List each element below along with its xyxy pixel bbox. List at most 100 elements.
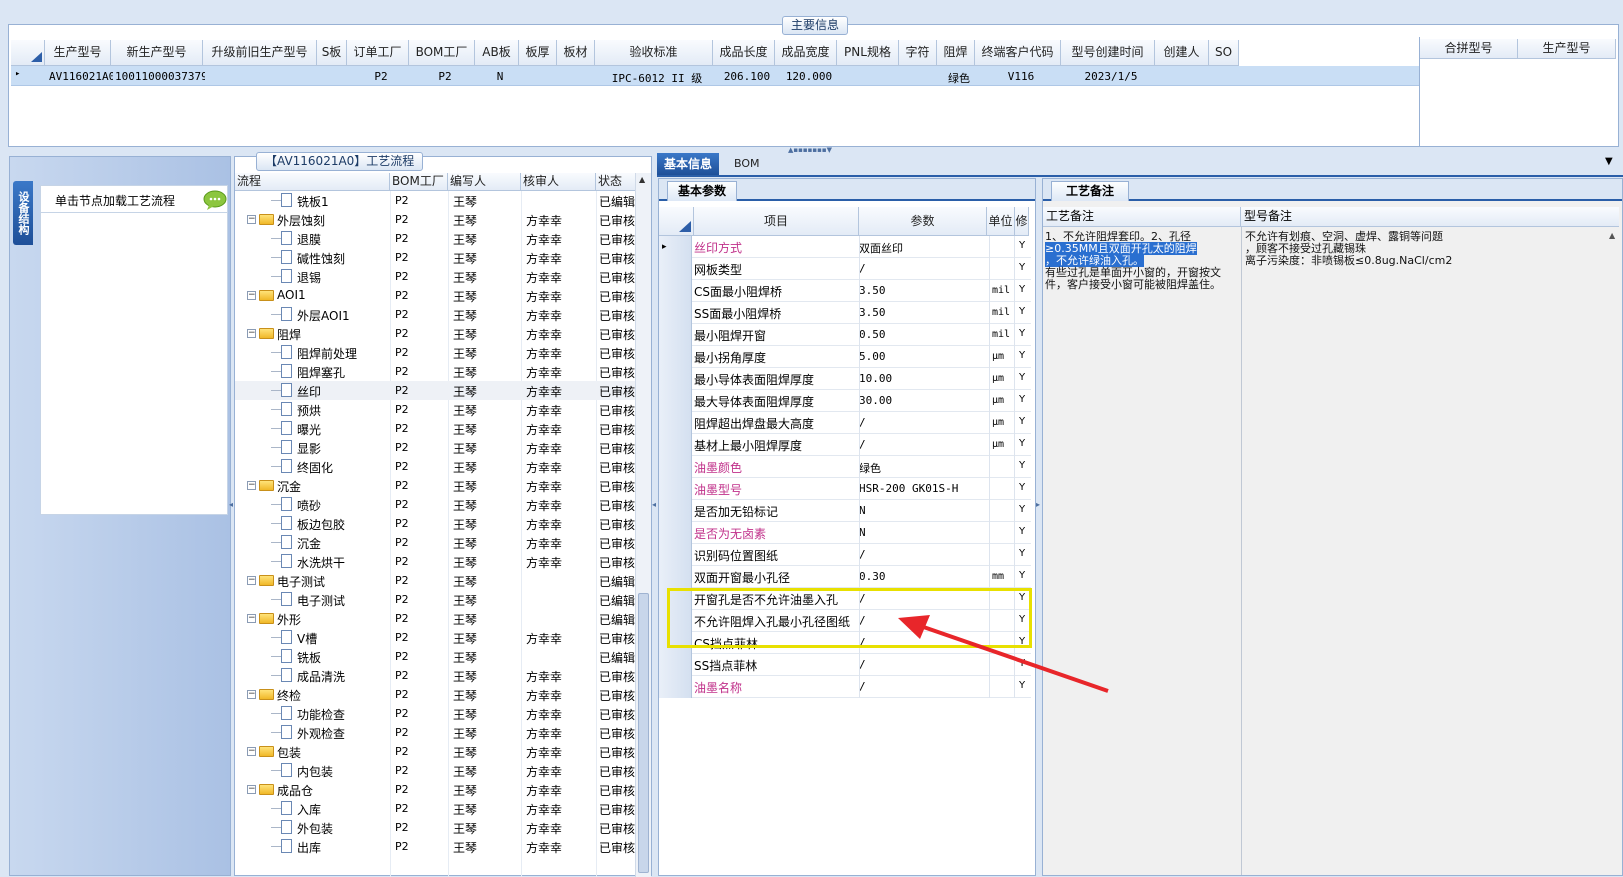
collapse-icon[interactable]: − (247, 690, 256, 699)
param-row[interactable]: 是否为无卤素 N Y (659, 522, 1031, 544)
params-col-header[interactable]: 单位 (987, 207, 1015, 236)
tab-dropdown-icon[interactable]: ▼ (1605, 156, 1613, 167)
param-row[interactable]: 油墨颜色 绿色 Y (659, 456, 1031, 478)
flow-row[interactable]: 入库 P2 王琴 方幸幸 已审核 (235, 799, 635, 818)
collapse-icon[interactable]: − (247, 576, 256, 585)
flow-row[interactable]: − 沉金 P2 王琴 方幸幸 已审核 (235, 476, 635, 495)
mid-splitter-grip[interactable]: ◂ (652, 500, 657, 550)
flow-row[interactable]: 功能检查 P2 王琴 方幸幸 已审核 (235, 704, 635, 723)
flow-row[interactable]: 碱性蚀刻 P2 王琴 方幸幸 已审核 (235, 248, 635, 267)
flow-row[interactable]: 外观检查 P2 王琴 方幸幸 已审核 (235, 723, 635, 742)
flow-row[interactable]: 沉金 P2 王琴 方幸幸 已审核 (235, 533, 635, 552)
main-col-header[interactable]: 验收标准 (595, 40, 713, 66)
main-col-header[interactable]: S板 (317, 40, 347, 66)
flow-row[interactable]: 出库 P2 王琴 方幸幸 已审核 (235, 837, 635, 856)
flow-row[interactable]: − 外层蚀刻 P2 王琴 方幸幸 已审核 (235, 210, 635, 229)
main-col-header[interactable]: BOM工厂 (409, 40, 475, 66)
main-col-header[interactable]: 成品宽度 (775, 40, 837, 66)
main-col-header[interactable]: PNL规格 (837, 40, 899, 66)
main-col-header[interactable]: 板材 (557, 40, 595, 66)
flow-row[interactable]: 板边包胶 P2 王琴 方幸幸 已审核 (235, 514, 635, 533)
param-value[interactable]: 0.30 (859, 570, 886, 583)
param-row[interactable]: 阻焊超出焊盘最大高度 / μm Y (659, 412, 1031, 434)
flow-col-header[interactable]: 核审人 (521, 173, 596, 191)
param-row[interactable]: 最小导体表面阻焊厚度 10.00 μm Y (659, 368, 1031, 390)
flow-row[interactable]: V槽 P2 王琴 方幸幸 已审核 (235, 628, 635, 647)
param-row[interactable]: ▸ 丝印方式 双面丝印 Y (659, 236, 1031, 258)
param-value[interactable]: 0.50 (859, 328, 886, 341)
main-col-header[interactable]: 创建人 (1155, 40, 1209, 66)
flow-row[interactable]: − 电子测试 P2 王琴 已编辑 (235, 571, 635, 590)
tab-bom[interactable]: BOM (728, 153, 766, 175)
main-col-header[interactable]: SO (1209, 40, 1239, 66)
main-col-header[interactable]: 成品长度 (713, 40, 775, 66)
param-value[interactable]: 5.00 (859, 350, 886, 363)
flow-row[interactable]: 退膜 P2 王琴 方幸幸 已审核 (235, 229, 635, 248)
param-row[interactable]: 是否加无铅标记 N Y (659, 500, 1031, 522)
main-col-header[interactable]: 升级前旧生产型号 (203, 40, 317, 66)
flow-row[interactable]: − 阻焊 P2 王琴 方幸幸 已审核 (235, 324, 635, 343)
param-row[interactable]: SS面最小阻焊桥 3.50 mil Y (659, 302, 1031, 324)
param-value[interactable]: 10.00 (859, 372, 892, 385)
param-row[interactable]: 网板类型 / Y (659, 258, 1031, 280)
flow-row[interactable]: 阻焊塞孔 P2 王琴 方幸幸 已审核 (235, 362, 635, 381)
remarks-tab[interactable]: 工艺备注 (1051, 181, 1130, 201)
load-hint-box[interactable]: 单击节点加载工艺流程 (40, 185, 228, 213)
param-row[interactable]: 油墨型号 HSR-200 GK01S-H Y (659, 478, 1031, 500)
param-row[interactable]: CS面最小阻焊桥 3.50 mil Y (659, 280, 1031, 302)
flow-row[interactable]: − 终检 P2 王琴 方幸幸 已审核 (235, 685, 635, 704)
collapse-icon[interactable]: − (247, 481, 256, 490)
remarks-scroll-up-icon[interactable]: ▲ (1609, 231, 1615, 240)
tab-basic-info[interactable]: 基本信息 (657, 153, 720, 175)
flow-row[interactable]: 外层AOI1 P2 王琴 方幸幸 已审核 (235, 305, 635, 324)
param-value[interactable]: 双面丝印 (859, 240, 903, 256)
main-col-header[interactable]: 阻焊 (937, 40, 975, 66)
main-col-header[interactable]: 型号创建时间 (1061, 40, 1155, 66)
param-row[interactable]: 最小拐角厚度 5.00 μm Y (659, 346, 1031, 368)
collapse-icon[interactable]: − (247, 291, 256, 300)
flow-row[interactable]: 电子测试 P2 王琴 已编辑 (235, 590, 635, 609)
flow-row[interactable]: 喷砂 P2 王琴 方幸幸 已审核 (235, 495, 635, 514)
param-value[interactable]: HSR-200 GK01S-H (859, 482, 958, 495)
flow-row[interactable]: 阻焊前处理 P2 王琴 方幸幸 已审核 (235, 343, 635, 362)
flow-col-header[interactable]: BOM工厂 (390, 173, 448, 191)
flow-col-header[interactable]: 流程 (235, 173, 390, 191)
main-col-header[interactable]: 生产型号 (45, 40, 111, 66)
flow-row[interactable]: 终固化 P2 王琴 方幸幸 已审核 (235, 457, 635, 476)
main-col-header[interactable]: 新生产型号 (111, 40, 203, 66)
flow-row[interactable]: 内包装 P2 王琴 方幸幸 已审核 (235, 761, 635, 780)
param-value[interactable]: 30.00 (859, 394, 892, 407)
flow-col-header[interactable]: 编写人 (448, 173, 521, 191)
param-value[interactable]: 绿色 (859, 460, 881, 476)
collapse-icon[interactable]: − (247, 747, 256, 756)
params-col-header[interactable]: 项目 (694, 207, 859, 236)
flow-row[interactable]: 显影 P2 王琴 方幸幸 已审核 (235, 438, 635, 457)
main-col-header[interactable]: 终端客户代码 (975, 40, 1061, 66)
main-col-header[interactable]: 订单工厂 (347, 40, 409, 66)
model-remark-text[interactable]: 不允许有划痕、空洞、虚焊、露铜等问题 ，顾客不接受过孔藏锡珠 离子污染度：非喷锡… (1245, 231, 1605, 267)
param-value[interactable]: 3.50 (859, 284, 886, 297)
process-remark-text[interactable]: 1、不允许阻焊套印。2、孔径 ≥0.35MM且双面开孔太的阻焊 ，不允许绿油入孔… (1045, 231, 1223, 291)
flow-row[interactable]: 丝印 P2 王琴 方幸幸 已审核 (235, 381, 635, 400)
flow-row[interactable]: 外包装 P2 王琴 方幸幸 已审核 (235, 818, 635, 837)
params-tab[interactable]: 基本参数 (667, 181, 738, 201)
scroll-up-icon[interactable]: ▲ (639, 175, 645, 184)
param-row[interactable]: 识别码位置图纸 / Y (659, 544, 1031, 566)
main-col-header[interactable]: 字符 (899, 40, 937, 66)
param-row[interactable]: 最大导体表面阻焊厚度 30.00 μm Y (659, 390, 1031, 412)
flow-row[interactable]: 成品清洗 P2 王琴 方幸幸 已审核 (235, 666, 635, 685)
params-col-header[interactable]: 参数 (859, 207, 987, 236)
side-col-header[interactable]: 合拼型号 (1420, 39, 1518, 59)
flow-row[interactable]: − 成品仓 P2 王琴 方幸幸 已审核 (235, 780, 635, 799)
main-col-header[interactable]: AB板 (475, 40, 519, 66)
param-row[interactable]: 双面开窗最小孔径 0.30 mm Y (659, 566, 1031, 588)
collapse-icon[interactable]: − (247, 614, 256, 623)
flow-row[interactable]: 水洗烘干 P2 王琴 方幸幸 已审核 (235, 552, 635, 571)
flow-row[interactable]: 铣板1 P2 王琴 已编辑 (235, 191, 635, 210)
params-col-header[interactable]: 修 (1015, 207, 1029, 236)
flow-scrollbar[interactable]: ▲ (635, 173, 651, 877)
param-row[interactable]: 最小阻焊开窗 0.50 mil Y (659, 324, 1031, 346)
flow-row[interactable]: 铣板 P2 王琴 已编辑 (235, 647, 635, 666)
flow-row[interactable]: 预烘 P2 王琴 方幸幸 已审核 (235, 400, 635, 419)
collapse-icon[interactable]: − (247, 785, 256, 794)
